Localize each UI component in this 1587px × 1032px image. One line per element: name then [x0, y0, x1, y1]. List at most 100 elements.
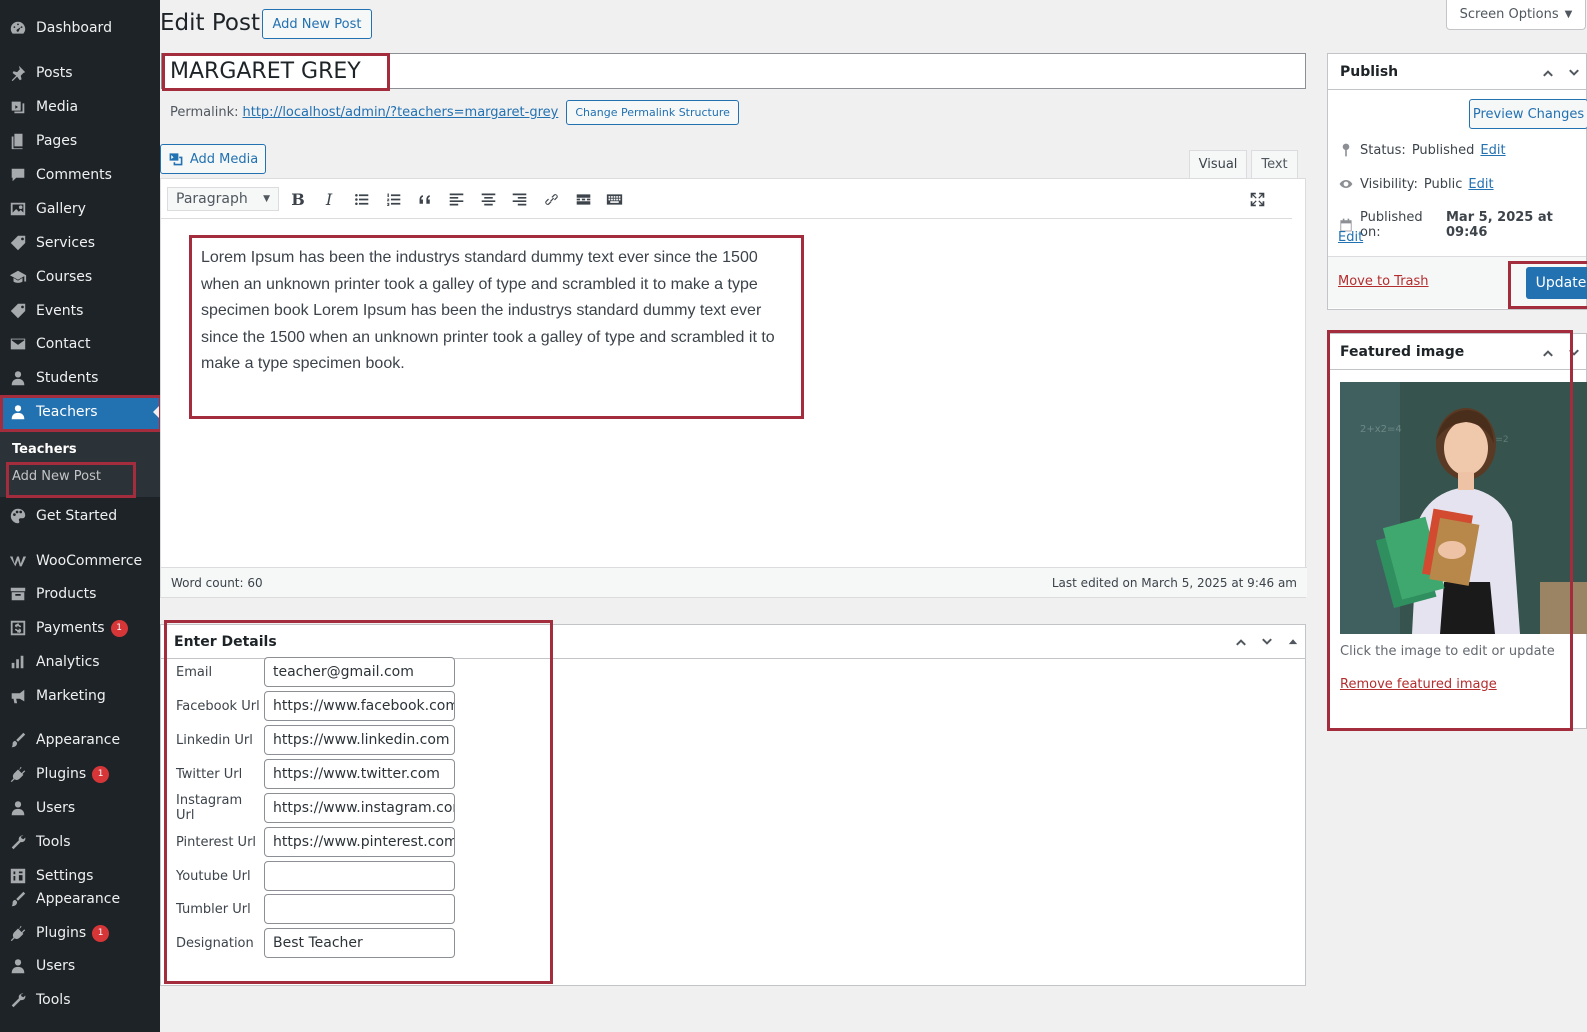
blockquote-button[interactable] [415, 189, 435, 209]
bold-button[interactable]: B [288, 189, 308, 209]
insert-link-button[interactable] [541, 189, 561, 209]
screen-options-button[interactable]: Screen Options ▼ [1446, 0, 1586, 30]
visibility-label: Visibility: [1360, 176, 1418, 192]
move-up-button[interactable] [1540, 65, 1556, 81]
chevron-down-icon [1567, 66, 1581, 80]
post-editor: Paragraph ▼ B I Lorem Ipsum has been the… [160, 178, 1307, 598]
preview-changes-button[interactable]: Preview Changes [1469, 99, 1587, 129]
sidebar-item-marketing[interactable]: Marketing [0, 679, 160, 713]
field-label: Twitter Url [176, 766, 243, 782]
align-right-button[interactable] [509, 189, 529, 209]
edit-status-link[interactable]: Edit [1480, 143, 1505, 158]
sidebar-item-dashboard[interactable]: Dashboard [0, 11, 160, 45]
caret-down-icon: ▼ [263, 194, 270, 204]
toolbar-toggle-button[interactable] [604, 189, 624, 209]
move-up-button[interactable] [1540, 345, 1556, 361]
sidebar-item-appearance[interactable]: Appearance [0, 723, 160, 757]
sidebar-item-teachers[interactable]: Teachers [0, 395, 160, 429]
wrench-icon [8, 990, 28, 1010]
toggle-panel-button[interactable] [1285, 634, 1301, 650]
sidebar-item-events[interactable]: Events [0, 294, 160, 328]
field-label: Email [176, 664, 213, 680]
sidebar-item-contact[interactable]: Contact [0, 327, 160, 361]
courses-icon [8, 267, 28, 287]
sidebar-item-label: Analytics [36, 654, 100, 670]
align-right-icon [511, 191, 528, 208]
edit-visibility-link[interactable]: Edit [1468, 177, 1493, 192]
change-permalink-button[interactable]: Change Permalink Structure [566, 100, 739, 125]
user-icon [8, 402, 28, 422]
sidebar-item-appearance-2[interactable]: Appearance [0, 882, 160, 916]
screen-options-label: Screen Options [1459, 7, 1559, 22]
sidebar-item-tools[interactable]: Tools [0, 825, 160, 859]
sidebar-item-plugins[interactable]: Plugins 1 [0, 757, 160, 791]
linkedin-url-field[interactable]: https://www.linkedin.com [264, 725, 455, 755]
sidebar-item-comments[interactable]: Comments [0, 158, 160, 192]
move-down-button[interactable] [1259, 634, 1275, 650]
sidebar-item-label: Teachers [36, 404, 98, 420]
editor-content[interactable]: Lorem Ipsum has been the industrys stand… [201, 245, 781, 378]
field-label: Pinterest Url [176, 834, 257, 850]
sidebar-item-payments[interactable]: Payments 1 [0, 611, 160, 645]
sidebar-item-plugins-2[interactable]: Plugins 1 [0, 916, 160, 950]
sidebar-item-posts[interactable]: Posts [0, 56, 160, 90]
sidebar-item-get-started[interactable]: Get Started [0, 499, 160, 533]
italic-button[interactable]: I [319, 189, 339, 209]
instagram-url-field[interactable]: https://www.instagram.com [264, 793, 455, 823]
align-left-button[interactable] [446, 189, 466, 209]
sidebar-item-courses[interactable]: Courses [0, 260, 160, 294]
post-title-input[interactable]: MARGARET GREY [161, 53, 1306, 89]
numbered-list-button[interactable] [383, 189, 403, 209]
bullet-list-button[interactable] [351, 189, 371, 209]
twitter-url-field[interactable]: https://www.twitter.com [264, 759, 455, 789]
sidebar-item-label: Events [36, 303, 84, 319]
sidebar-item-woocommerce[interactable]: WooCommerce [0, 544, 160, 578]
eye-icon [1338, 176, 1354, 192]
facebook-url-field[interactable]: https://www.facebook.com [264, 691, 455, 721]
add-media-button[interactable]: Add Media [160, 144, 266, 174]
field-linkedin: Linkedin Url https://www.linkedin.com [176, 725, 476, 755]
permalink-link[interactable]: http://localhost/admin/?teachers=margare… [243, 105, 559, 120]
edit-date-link[interactable]: Edit [1338, 230, 1363, 245]
align-center-button[interactable] [478, 189, 498, 209]
read-more-button[interactable] [573, 189, 593, 209]
submenu-title[interactable]: Teachers [12, 442, 77, 457]
move-down-button[interactable] [1566, 345, 1582, 361]
move-up-button[interactable] [1233, 634, 1249, 650]
brush-icon [8, 889, 28, 909]
gallery-icon [8, 199, 28, 219]
sidebar-item-media[interactable]: Media [0, 90, 160, 124]
content-line: since the 1500 when an unknown printer t… [201, 328, 775, 346]
tab-text[interactable]: Text [1251, 150, 1298, 179]
submenu-add-new-post[interactable]: Add New Post [12, 469, 101, 484]
pinterest-url-field[interactable]: https://www.pinterest.com [264, 827, 455, 857]
email-field[interactable]: teacher@gmail.com [264, 657, 455, 687]
sidebar-item-label: Media [36, 99, 79, 115]
sidebar-item-students[interactable]: Students [0, 361, 160, 395]
visibility-row: Visibility: Public Edit [1338, 176, 1494, 192]
move-to-trash-link[interactable]: Move to Trash [1338, 274, 1429, 289]
remove-featured-image-link[interactable]: Remove featured image [1340, 677, 1497, 692]
field-pinterest: Pinterest Url https://www.pinterest.com [176, 827, 476, 857]
sidebar-item-services[interactable]: Services [0, 226, 160, 260]
sidebar-item-products[interactable]: Products [0, 577, 160, 611]
sidebar-item-label: Plugins [36, 925, 87, 941]
sidebar-item-pages[interactable]: Pages [0, 124, 160, 158]
move-down-button[interactable] [1566, 65, 1582, 81]
update-button[interactable]: Update [1526, 267, 1587, 299]
sidebar-item-users-2[interactable]: Users [0, 949, 160, 983]
format-select[interactable]: Paragraph ▼ [167, 187, 279, 211]
youtube-url-field[interactable] [264, 861, 455, 891]
sidebar-item-gallery[interactable]: Gallery [0, 192, 160, 226]
add-new-post-button[interactable]: Add New Post [262, 9, 372, 39]
sidebar-item-users[interactable]: Users [0, 791, 160, 825]
featured-image[interactable]: 2+x2=4 x=2 [1340, 382, 1587, 634]
tumbler-url-field[interactable] [264, 894, 455, 924]
post-title-value: MARGARET GREY [170, 58, 361, 84]
chevron-up-icon [1234, 635, 1248, 649]
fullscreen-button[interactable] [1247, 189, 1267, 209]
tab-visual[interactable]: Visual [1189, 150, 1247, 179]
sidebar-item-tools-2[interactable]: Tools [0, 983, 160, 1017]
sidebar-item-analytics[interactable]: Analytics [0, 645, 160, 679]
designation-field[interactable]: Best Teacher [264, 928, 455, 958]
